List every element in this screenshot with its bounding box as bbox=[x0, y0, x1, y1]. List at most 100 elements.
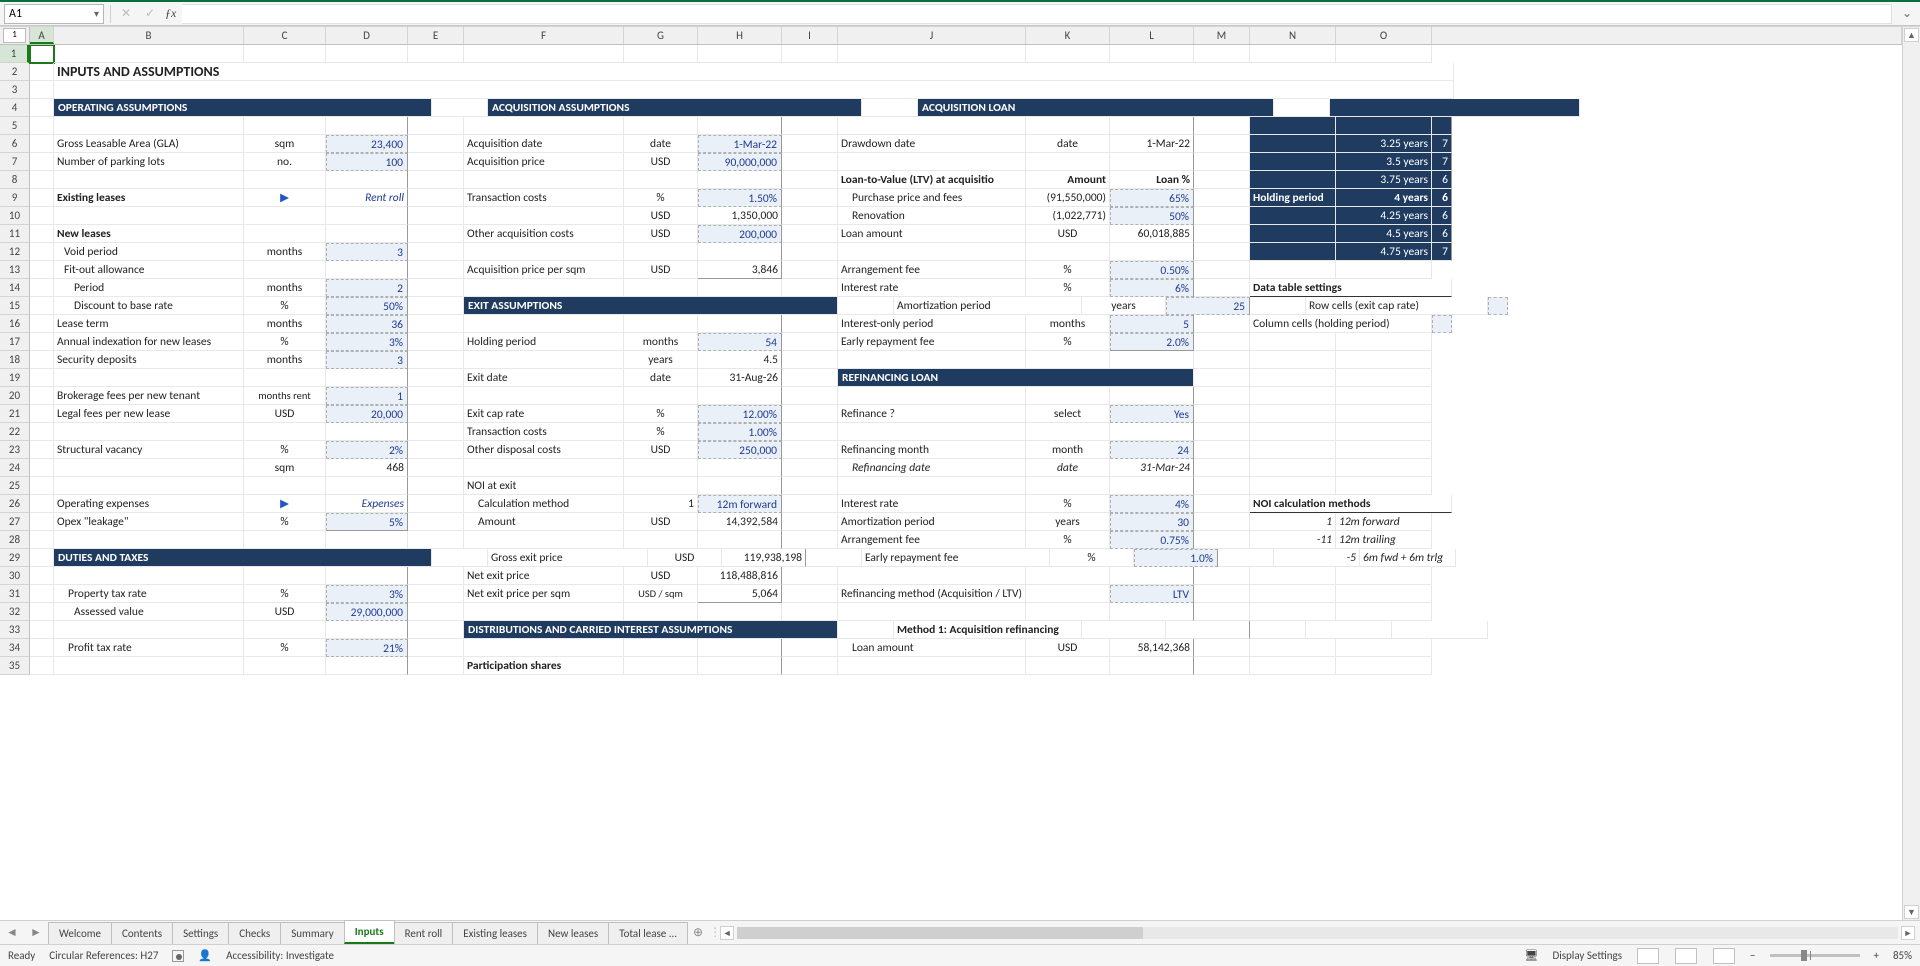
input-void[interactable]: 3 bbox=[326, 243, 408, 261]
input-acq-other[interactable]: 200,000 bbox=[698, 225, 782, 243]
input-hold-period[interactable]: 54 bbox=[698, 333, 782, 351]
row-header[interactable]: 24 bbox=[0, 459, 29, 477]
row-header[interactable]: 1 bbox=[0, 45, 29, 63]
cell-A1[interactable] bbox=[30, 45, 54, 63]
sheet-tab[interactable]: Checks bbox=[228, 922, 281, 944]
cells-area[interactable]: INPUTS AND ASSUMPTIONS OPERATING ASSUMPT… bbox=[30, 45, 1902, 675]
select-refi-method[interactable]: LTV bbox=[1110, 585, 1194, 603]
row-header[interactable]: 26 bbox=[0, 495, 29, 513]
input-gla[interactable]: 23,400 bbox=[326, 135, 408, 153]
zoom-level[interactable]: 85% bbox=[1893, 949, 1912, 962]
display-settings-icon[interactable]: 🖥 bbox=[1524, 949, 1538, 962]
input-dt-row[interactable] bbox=[1488, 297, 1508, 315]
row-header[interactable]: 9 bbox=[0, 189, 29, 207]
input-acq-date[interactable]: 1-Mar-22 bbox=[698, 135, 782, 153]
row-header[interactable]: 5 bbox=[0, 117, 29, 135]
row-header[interactable]: 12 bbox=[0, 243, 29, 261]
input-fit-period[interactable]: 2 bbox=[326, 279, 408, 297]
row-header[interactable]: 32 bbox=[0, 603, 29, 621]
input-discount[interactable]: 50% bbox=[326, 297, 408, 315]
input-prop-tax[interactable]: 3% bbox=[326, 585, 408, 603]
col-header[interactable]: I bbox=[782, 27, 838, 44]
select-noi-method[interactable]: 12m forward bbox=[698, 495, 782, 513]
input-refi-rate[interactable]: 4% bbox=[1110, 495, 1194, 513]
row-header[interactable]: 30 bbox=[0, 567, 29, 585]
confirm-icon[interactable]: ✓ bbox=[141, 6, 159, 21]
input-early-repay[interactable]: 2.0% bbox=[1110, 333, 1194, 351]
input-io-period[interactable]: 5 bbox=[1110, 315, 1194, 333]
input-int-rate[interactable]: 6% bbox=[1110, 279, 1194, 297]
row-header[interactable]: 20 bbox=[0, 387, 29, 405]
row-header[interactable]: 3 bbox=[0, 81, 29, 99]
col-header[interactable]: B bbox=[54, 27, 244, 44]
input-parking[interactable]: 100 bbox=[326, 153, 408, 171]
formula-input[interactable] bbox=[182, 4, 1892, 24]
input-brokerage[interactable]: 1 bbox=[326, 387, 408, 405]
row-header[interactable]: 8 bbox=[0, 171, 29, 189]
zoom-slider[interactable] bbox=[1770, 954, 1860, 957]
scroll-up-icon[interactable]: ▲ bbox=[1904, 28, 1919, 42]
row-header[interactable]: 23 bbox=[0, 441, 29, 459]
col-header[interactable]: F bbox=[464, 27, 624, 44]
view-page-layout-icon[interactable] bbox=[1675, 948, 1697, 964]
col-header[interactable]: G bbox=[624, 27, 698, 44]
input-refi-arr-fee[interactable]: 0.75% bbox=[1110, 531, 1194, 549]
zoom-out-icon[interactable]: − bbox=[1750, 949, 1755, 962]
row-header[interactable]: 28 bbox=[0, 531, 29, 549]
sheet-tab[interactable]: Rent roll bbox=[394, 922, 454, 944]
input-assessed[interactable]: 29,000,000 bbox=[326, 603, 408, 621]
sheet-tab[interactable]: Contents bbox=[111, 922, 173, 944]
input-struct-vac[interactable]: 2% bbox=[326, 441, 408, 459]
scroll-left-icon[interactable]: ◄ bbox=[720, 926, 734, 940]
input-arr-fee[interactable]: 0.50% bbox=[1110, 261, 1194, 279]
view-normal-icon[interactable] bbox=[1637, 948, 1659, 964]
scroll-right-icon[interactable]: ► bbox=[1901, 926, 1915, 940]
input-lease-term[interactable]: 36 bbox=[326, 315, 408, 333]
input-refi-early[interactable]: 1.0% bbox=[1134, 549, 1218, 567]
col-header[interactable]: M bbox=[1194, 27, 1250, 44]
tab-nav-next-icon[interactable]: ► bbox=[24, 921, 48, 944]
display-settings-button[interactable]: Display Settings bbox=[1552, 949, 1622, 962]
input-indexation[interactable]: 3% bbox=[326, 333, 408, 351]
row-header[interactable]: 21 bbox=[0, 405, 29, 423]
input-exit-cap[interactable]: 12.00% bbox=[698, 405, 782, 423]
sheet-tab[interactable]: Summary bbox=[280, 922, 345, 944]
row-header[interactable]: 15 bbox=[0, 297, 29, 315]
input-profit-tax[interactable]: 21% bbox=[326, 639, 408, 657]
row-header[interactable]: 10 bbox=[0, 207, 29, 225]
row-header[interactable]: 19 bbox=[0, 369, 29, 387]
input-dt-col[interactable] bbox=[1432, 315, 1452, 333]
input-ltv-pp[interactable]: 65% bbox=[1110, 189, 1194, 207]
input-refi-month[interactable]: 24 bbox=[1110, 441, 1194, 459]
outline-level-1[interactable]: 1 bbox=[3, 28, 26, 43]
sheet-tab[interactable]: Inputs bbox=[344, 920, 395, 944]
sheet-tab[interactable]: New leases bbox=[537, 922, 609, 944]
view-page-break-icon[interactable] bbox=[1713, 948, 1735, 964]
arrow-icon[interactable]: ▶ bbox=[244, 495, 326, 513]
col-header[interactable]: A bbox=[30, 27, 54, 44]
arrow-icon[interactable]: ▶ bbox=[244, 189, 326, 207]
scroll-down-icon[interactable]: ▼ bbox=[1904, 905, 1919, 919]
link-expenses[interactable]: Expenses bbox=[326, 495, 408, 513]
input-refi-amort[interactable]: 30 bbox=[1110, 513, 1194, 531]
row-header[interactable]: 35 bbox=[0, 657, 29, 675]
row-header[interactable]: 33 bbox=[0, 621, 29, 639]
add-sheet-icon[interactable]: ⊕ bbox=[687, 921, 709, 944]
status-accessibility[interactable]: Accessibility: Investigate bbox=[226, 949, 334, 962]
row-header[interactable]: 25 bbox=[0, 477, 29, 495]
expand-formula-icon[interactable]: ⌄ bbox=[1898, 6, 1916, 21]
input-leakage[interactable]: 5% bbox=[326, 513, 408, 531]
input-legal[interactable]: 20,000 bbox=[326, 405, 408, 423]
row-header[interactable]: 6 bbox=[0, 135, 29, 153]
col-header[interactable]: J bbox=[838, 27, 1026, 44]
sheet-tab[interactable]: Settings bbox=[172, 922, 229, 944]
row-header[interactable]: 16 bbox=[0, 315, 29, 333]
row-header[interactable]: 34 bbox=[0, 639, 29, 657]
col-header[interactable]: K bbox=[1026, 27, 1110, 44]
col-header[interactable]: H bbox=[698, 27, 782, 44]
sheet-tab[interactable]: Welcome bbox=[48, 922, 112, 944]
row-header[interactable]: 7 bbox=[0, 153, 29, 171]
zoom-in-icon[interactable]: + bbox=[1874, 949, 1879, 962]
input-acq-price[interactable]: 90,000,000 bbox=[698, 153, 782, 171]
row-header[interactable]: 2 bbox=[0, 63, 29, 81]
